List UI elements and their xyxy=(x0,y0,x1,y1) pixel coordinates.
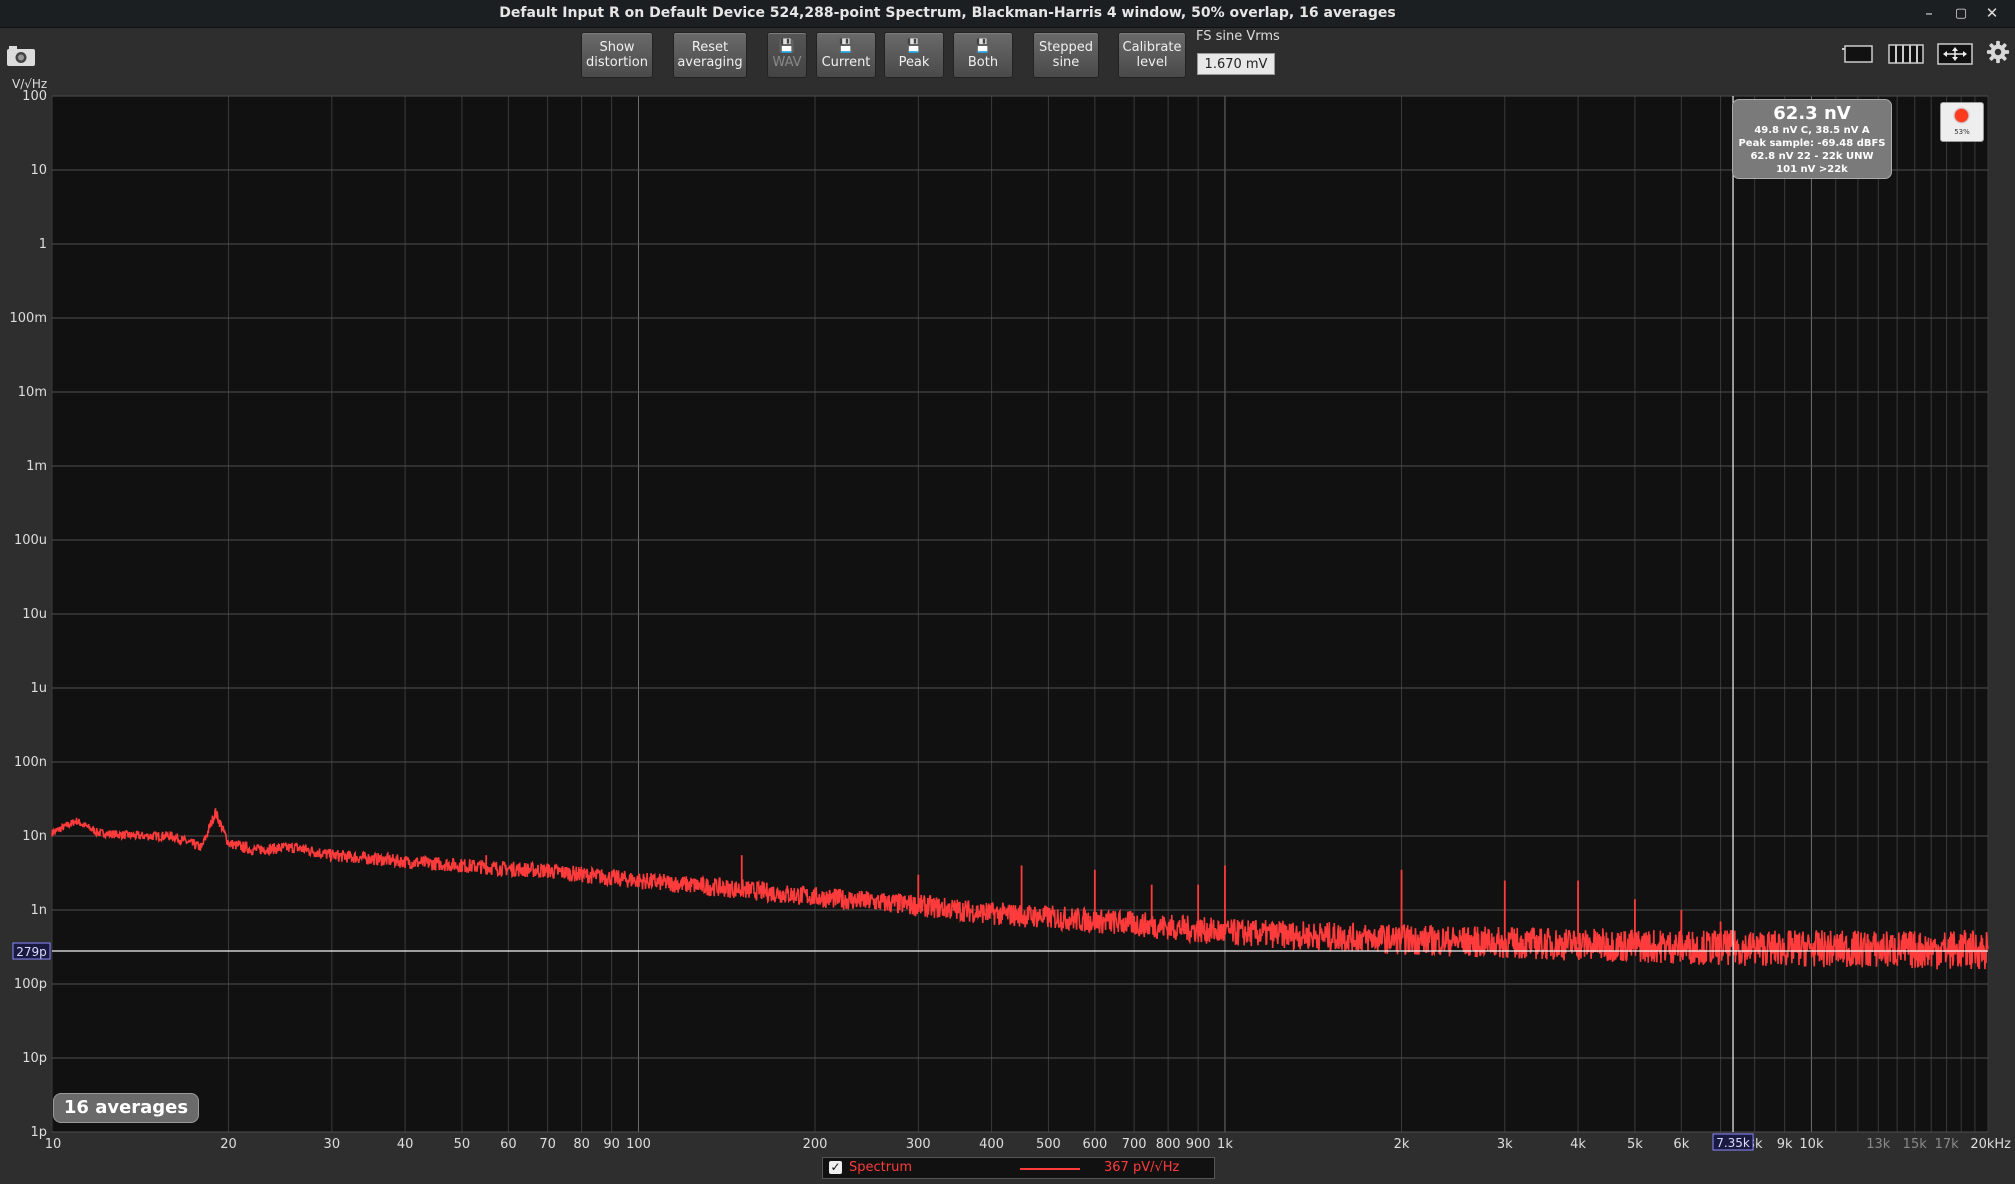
x-tick-label: 5k xyxy=(1627,1137,1643,1152)
x-tick-label: 20 xyxy=(220,1137,237,1152)
x-tick-label: 100 xyxy=(626,1137,651,1152)
legend-series-value: 367 pV/√Hz xyxy=(1104,1160,1180,1175)
legend: ✓ Spectrum 367 pV/√Hz xyxy=(822,1157,1215,1179)
y-tick-label: 10u xyxy=(22,607,47,622)
x-tick-label: 800 xyxy=(1156,1137,1181,1152)
x-tick-label: 600 xyxy=(1082,1137,1107,1152)
y-tick-label: 100m xyxy=(10,311,47,326)
x-tick-label: 90 xyxy=(603,1137,620,1152)
x-tick-label: 30 xyxy=(324,1137,341,1152)
y-tick-label: 10 xyxy=(30,163,47,178)
x-tick-label: 3k xyxy=(1497,1137,1513,1152)
x-tick-label: 20kHz xyxy=(1970,1137,2011,1152)
x-tick-label: 6k xyxy=(1673,1137,1689,1152)
y-tick-label: 1n xyxy=(30,903,47,918)
x-tick-label: 60 xyxy=(500,1137,517,1152)
x-tick-label: 10 xyxy=(45,1137,62,1152)
x-tick-label: 50 xyxy=(454,1137,471,1152)
x-tick-label: 400 xyxy=(979,1137,1004,1152)
x-tick-label: 17k xyxy=(1935,1137,1960,1152)
x-tick-label: 15k xyxy=(1903,1137,1928,1152)
readout-main-value: 62.3 nV xyxy=(1773,103,1851,124)
input-level-meter[interactable]: 53% xyxy=(1940,102,1984,142)
x-tick-label: 9k xyxy=(1777,1137,1793,1152)
x-tick-label: 13k xyxy=(1866,1137,1891,1152)
x-tick-label: 10k xyxy=(1799,1137,1824,1152)
y-tick-label: 1m xyxy=(26,459,47,474)
readout-line-4: 101 nV >22k xyxy=(1776,164,1848,175)
x-tick-label: 2k xyxy=(1394,1137,1410,1152)
record-indicator-icon xyxy=(1955,109,1968,122)
legend-series-name: Spectrum xyxy=(849,1160,912,1175)
y-tick-label: 10n xyxy=(22,829,47,844)
meter-percent: 53% xyxy=(1954,128,1970,136)
x-tick-label: 4k xyxy=(1570,1137,1586,1152)
averages-badge: 16 averages xyxy=(53,1093,199,1123)
x-tick-label: 40 xyxy=(397,1137,414,1152)
readout-line-2: Peak sample: -69.48 dBFS xyxy=(1738,138,1886,149)
spectrum-visibility-checkbox[interactable]: ✓ xyxy=(829,1161,842,1174)
cursor-frequency-label: 7.35k xyxy=(1716,1136,1750,1150)
y-tick-label: 10m xyxy=(18,385,47,400)
legend-line-swatch xyxy=(1020,1168,1080,1170)
y-axis: 100 10 1 100m 10m 1m 100u 10u 1u 100n 10n 1n 100p 10p… xyxy=(10,89,47,1140)
x-tick-label: 80 xyxy=(573,1137,590,1152)
y-tick-label: 10p xyxy=(22,1051,47,1066)
readout-line-1: 49.8 nV C, 38.5 nV A xyxy=(1754,125,1870,136)
y-tick-label: 100u xyxy=(14,533,47,548)
x-tick-label: 1k xyxy=(1217,1137,1233,1152)
y-tick-label: 1 xyxy=(39,237,47,252)
y-tick-label: 1u xyxy=(30,681,47,696)
readout-line-3: 62.8 nV 22 - 22k UNW xyxy=(1750,151,1874,162)
level-readout: 62.3 nV 49.8 nV C, 38.5 nV A Peak sample… xyxy=(1732,99,1892,179)
x-tick-label: 500 xyxy=(1036,1137,1061,1152)
y-tick-label: 100n xyxy=(14,755,47,770)
x-tick-label: 200 xyxy=(803,1137,828,1152)
reference-line-label: 279p xyxy=(16,945,47,959)
x-tick-label: 900 xyxy=(1186,1137,1211,1152)
x-tick-label: 70 xyxy=(539,1137,556,1152)
x-tick-label: 700 xyxy=(1122,1137,1147,1152)
x-tick-label: 300 xyxy=(906,1137,931,1152)
y-tick-label: 100 xyxy=(22,89,47,104)
spectrum-plot[interactable]: 100 10 1 100m 10m 1m 100u 10u 1u 100n 10n 1n 100p 10p… xyxy=(0,0,2015,1184)
y-tick-label: 100p xyxy=(14,977,47,992)
